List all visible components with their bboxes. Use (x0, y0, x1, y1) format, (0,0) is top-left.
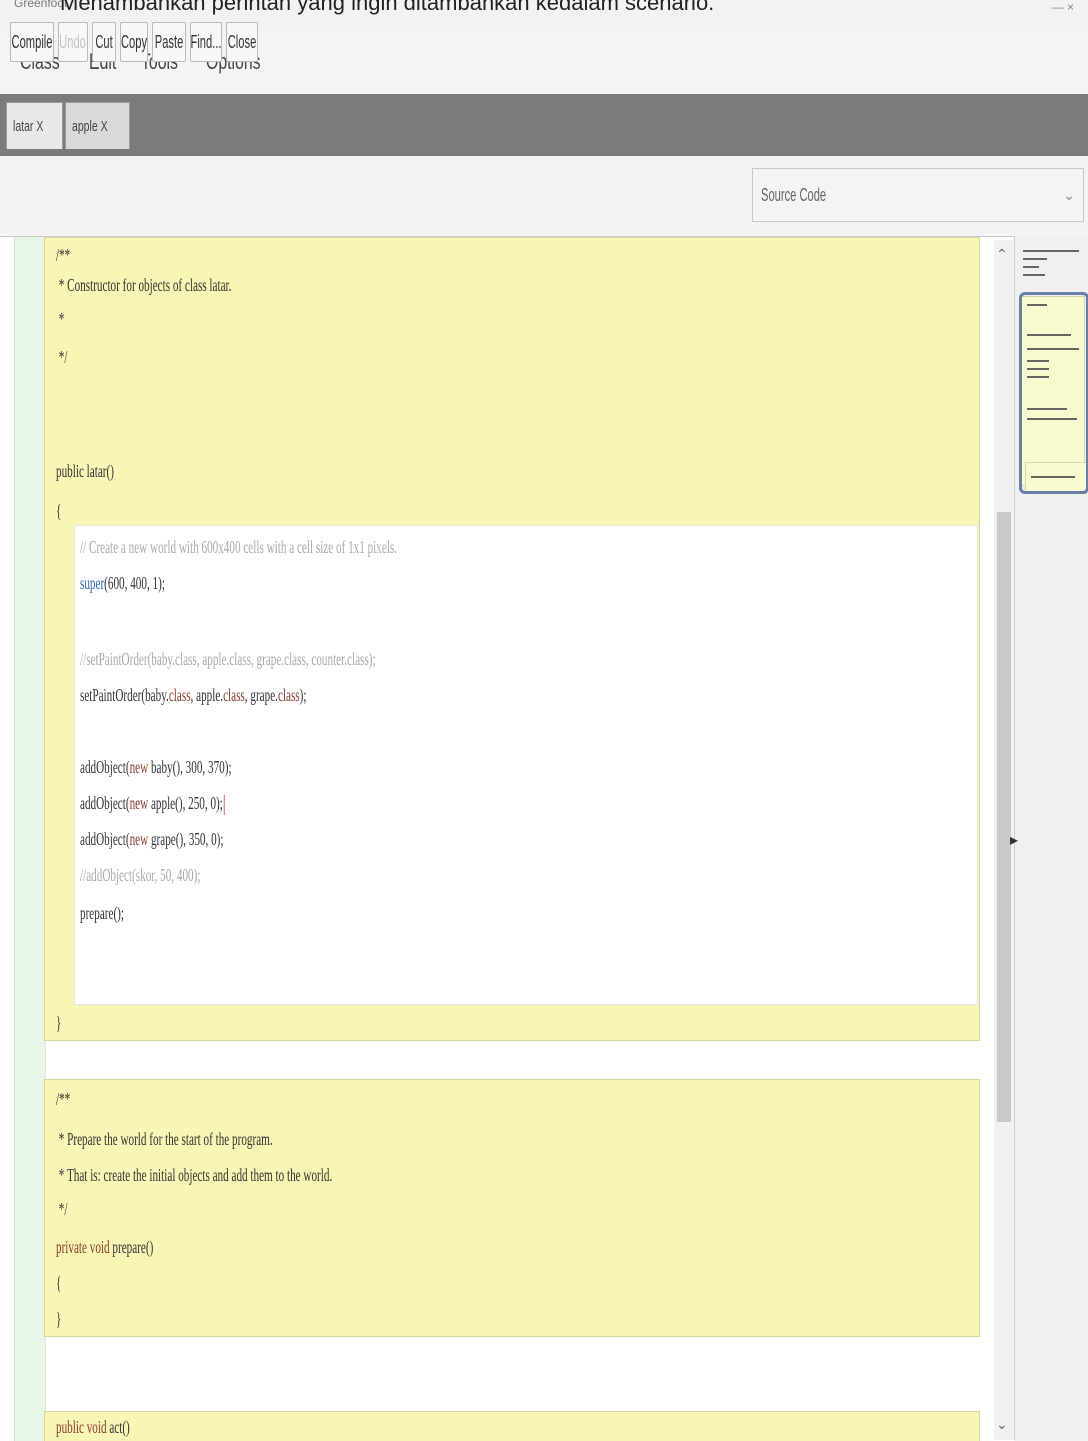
prepare-method-scope (44, 1079, 980, 1337)
code-line: prepare(); (80, 903, 124, 923)
code-line: addObject(new baby(), 300, 370); (80, 757, 232, 777)
minimap-viewport[interactable] (1019, 292, 1088, 494)
code-line: { (56, 501, 62, 521)
chevron-down-icon: ⌄ (1063, 186, 1075, 203)
navigation-view[interactable] (1014, 236, 1088, 1440)
code-line: } (56, 1309, 62, 1329)
compile-button[interactable]: Compile (10, 22, 54, 62)
code-line: * Prepare the world for the start of the… (56, 1129, 273, 1149)
code-line: */ (56, 1199, 68, 1219)
tab-apple[interactable]: apple X (65, 102, 131, 149)
scroll-down-icon[interactable]: ⌄ (996, 1416, 1008, 1433)
text-cursor (224, 794, 225, 815)
paste-button[interactable]: Paste (152, 22, 186, 62)
code-line: public void act() (56, 1417, 130, 1437)
undo-button[interactable]: Undo (58, 22, 88, 62)
code-line: /** (56, 1089, 71, 1109)
code-line: { (56, 1273, 62, 1293)
code-line: setPaintOrder(baby.class, apple.class, g… (80, 685, 307, 705)
code-line: public latar() (56, 461, 114, 481)
document-caption: Menambahkan perintah yang ingin ditambah… (60, 0, 715, 15)
editor-tab-bar: latar X apple X (0, 94, 1088, 156)
view-select[interactable]: Source Code ⌄ (752, 168, 1084, 222)
code-line: private void prepare() (56, 1237, 154, 1257)
code-line: * Constructor for objects of class latar… (56, 275, 232, 295)
code-line: /** (56, 245, 71, 265)
code-line: * That is: create the initial objects an… (56, 1165, 333, 1185)
code-line: addObject(new grape(), 350, 0); (80, 829, 224, 849)
find-button[interactable]: Find... (190, 22, 222, 62)
code-line: addObject(new apple(), 250, 0); (80, 793, 225, 815)
tab-latar-label: latar X (13, 117, 44, 135)
editor-gutter (14, 237, 46, 1441)
code-line: // Create a new world with 600x400 cells… (80, 537, 398, 557)
copy-button[interactable]: Copy (120, 22, 148, 62)
code-line: * (56, 309, 65, 329)
code-line: } (56, 1013, 62, 1033)
scrollbar-thumb[interactable] (997, 512, 1011, 1122)
close-button[interactable]: Close (226, 22, 258, 62)
code-line: super(600, 400, 1); (80, 573, 165, 593)
cut-button[interactable]: Cut (92, 22, 116, 62)
code-line: */ (56, 347, 68, 367)
window-controls[interactable]: — × (1052, 0, 1074, 14)
view-select-value: Source Code (761, 184, 827, 205)
code-editor[interactable]: /** * Constructor for objects of class l… (0, 236, 1014, 1441)
scroll-up-icon[interactable]: ⌃ (996, 246, 1008, 263)
collapse-panel-icon[interactable]: ▸ (1010, 830, 1018, 850)
tab-apple-label: apple X (72, 117, 108, 135)
code-line: //setPaintOrder(baby.class, apple.class,… (80, 649, 376, 669)
code-line: //addObject(skor, 50, 400); (80, 865, 201, 885)
act-method-scope (44, 1411, 980, 1441)
tab-latar[interactable]: latar X (6, 102, 64, 149)
